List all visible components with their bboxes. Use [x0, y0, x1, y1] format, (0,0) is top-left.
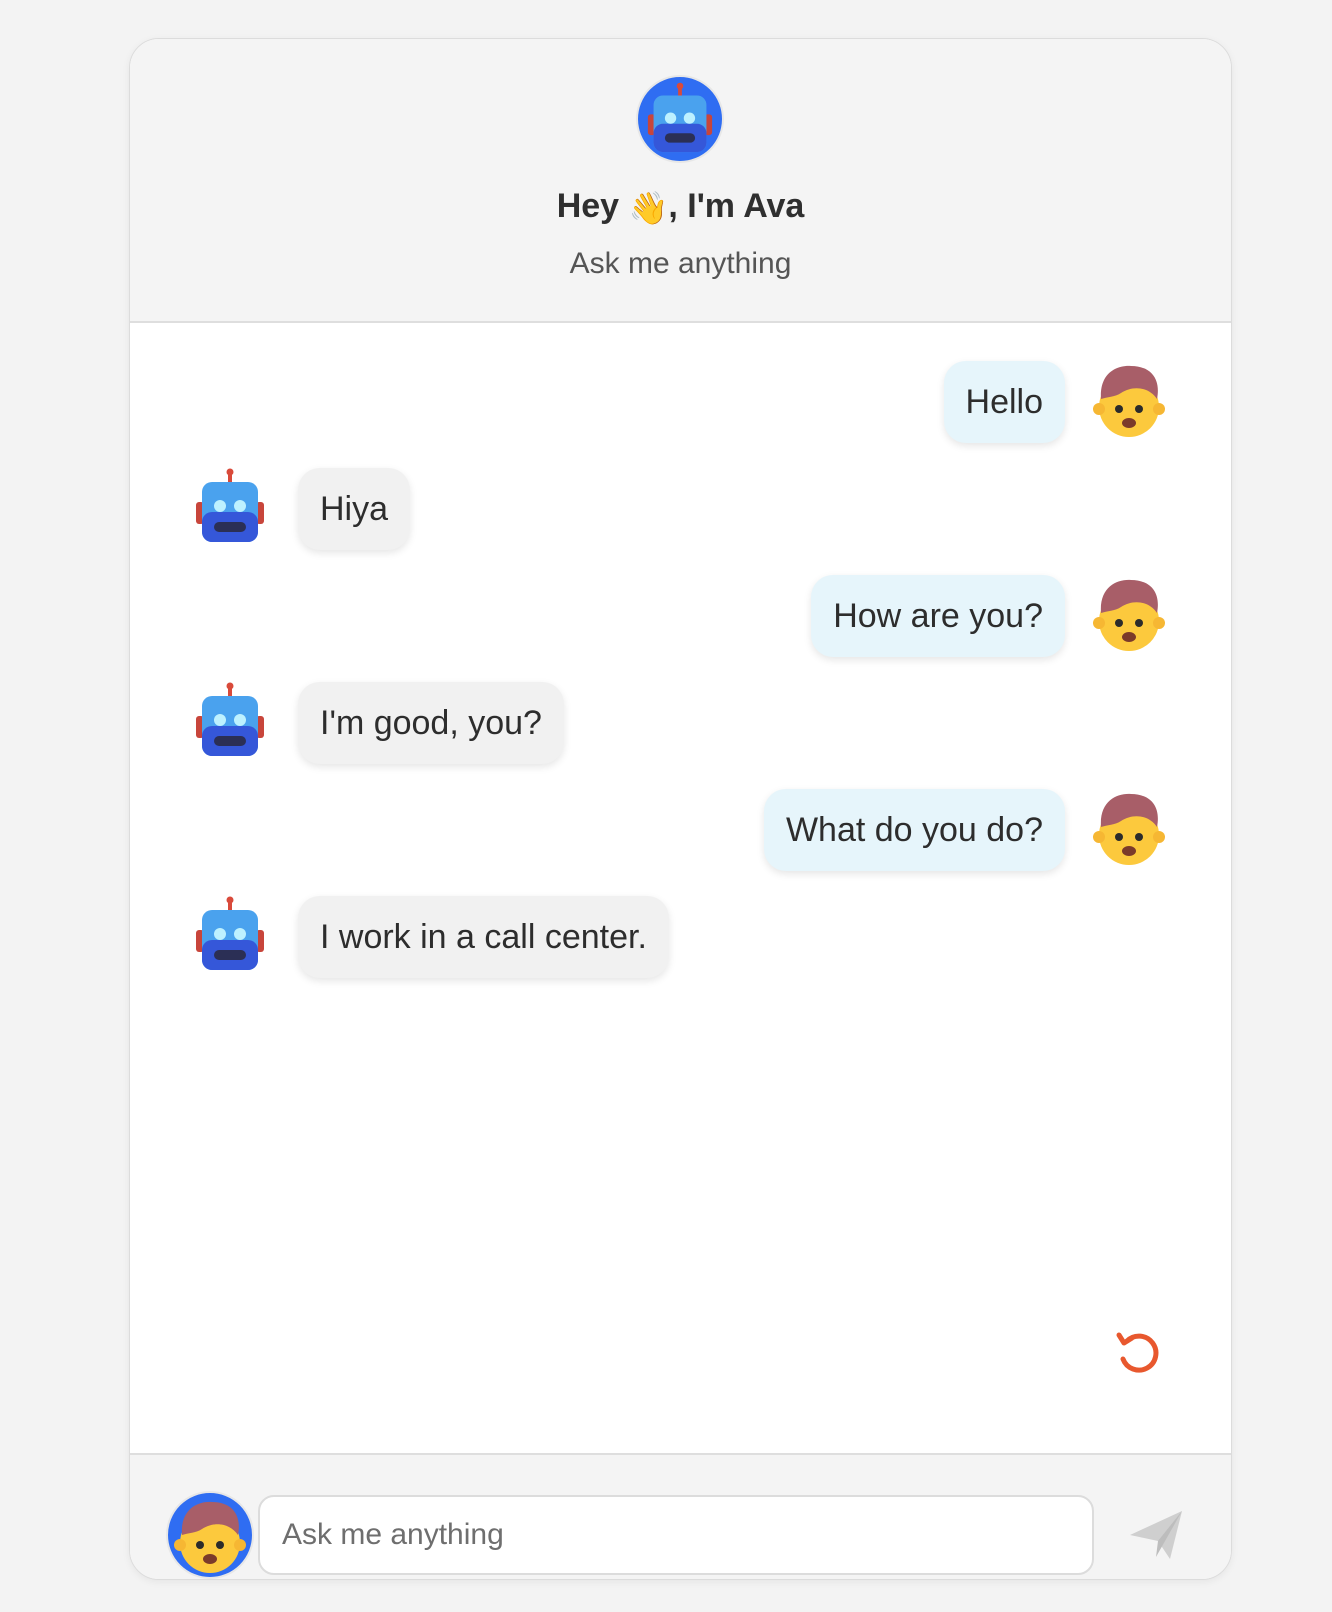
composer-bar: [130, 1453, 1231, 1579]
user-message-bubble: Hello: [943, 361, 1065, 443]
boy-face-icon: [1093, 579, 1165, 651]
refresh-icon: [1116, 1332, 1159, 1373]
waving-hand-icon: 👋: [628, 190, 669, 226]
send-button[interactable]: [1126, 1505, 1186, 1565]
message-row-bot: I work in a call center.: [130, 892, 1231, 982]
assistant-title: Hey 👋, I'm Ava: [130, 187, 1231, 227]
bot-message-bubble: I'm good, you?: [298, 682, 564, 764]
title-prefix: Hey: [556, 187, 629, 225]
bot-avatar: [636, 75, 724, 163]
bot-message-bubble: Hiya: [298, 468, 411, 550]
boy-face-icon: [1093, 365, 1165, 437]
user-avatar: [166, 1491, 254, 1579]
robot-icon: [647, 82, 713, 153]
boy-face-icon: [174, 1501, 246, 1573]
message-input[interactable]: [258, 1495, 1094, 1575]
send-icon: [1130, 1511, 1182, 1559]
title-suffix: , I'm Ava: [668, 187, 805, 225]
message-row-user: How are you?: [130, 571, 1231, 661]
user-message-bubble: What do you do?: [763, 789, 1065, 871]
message-row-user: What do you do?: [130, 785, 1231, 875]
bot-message-bubble: I work in a call center.: [298, 896, 669, 978]
message-row-bot: Hiya: [130, 464, 1231, 554]
boy-face-icon: [1093, 793, 1165, 865]
message-row-user: Hello: [130, 357, 1231, 447]
robot-icon: [196, 682, 264, 756]
message-list: Hello Hiya How are you? I'm good, you? W…: [130, 323, 1231, 1453]
chat-header: Hey 👋, I'm Ava Ask me anything: [130, 39, 1231, 323]
user-message-bubble: How are you?: [811, 575, 1065, 657]
chat-window: Hey 👋, I'm Ava Ask me anything Hello Hiy…: [129, 38, 1232, 1580]
robot-icon: [196, 468, 264, 542]
reset-conversation-button[interactable]: [1114, 1329, 1164, 1379]
assistant-subtitle: Ask me anything: [569, 247, 792, 280]
message-row-bot: I'm good, you?: [130, 678, 1231, 768]
robot-icon: [196, 896, 264, 970]
